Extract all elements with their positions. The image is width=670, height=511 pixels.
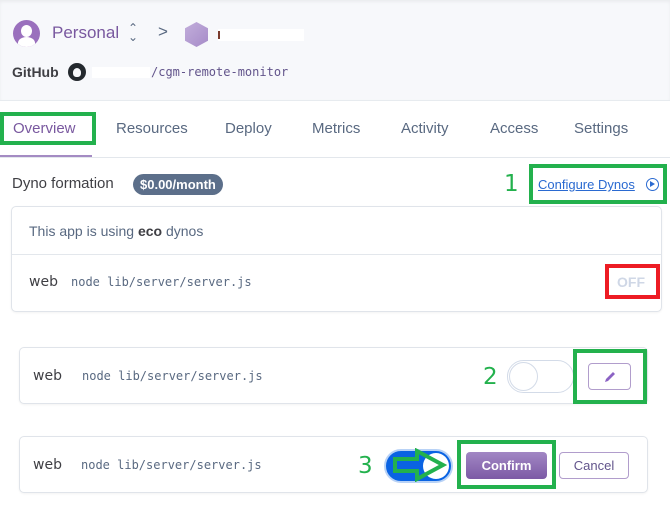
breadcrumb-separator: > <box>158 22 168 41</box>
process-command: node lib/server/server.js <box>82 369 263 383</box>
active-tab-indicator <box>0 155 92 157</box>
app-name-redacted[interactable] <box>218 29 304 41</box>
price-badge: $0.00/month <box>133 174 223 195</box>
annotation-highlight-confirm <box>457 440 556 489</box>
github-icon <box>68 63 86 81</box>
annotation-step-1: 1 <box>504 171 519 197</box>
dyno-formation-title: Dyno formation <box>12 175 114 192</box>
tab-activity[interactable]: Activity <box>401 120 449 137</box>
tab-settings[interactable]: Settings <box>574 120 628 137</box>
process-type: web <box>33 457 62 473</box>
tab-access[interactable]: Access <box>490 120 538 137</box>
annotation-step-3: 3 <box>358 453 373 479</box>
annotation-highlight-overview <box>0 112 96 145</box>
app-header: Personal ⌃ ⌄ > GitHub /cgm-remote-monitor <box>0 0 670 101</box>
process-command: node lib/server/server.js <box>81 458 262 472</box>
repo-link[interactable]: /cgm-remote-monitor <box>151 65 288 79</box>
process-type: web <box>29 274 58 290</box>
annotation-step-2: 2 <box>483 364 498 390</box>
tab-resources[interactable]: Resources <box>116 120 188 137</box>
dyno-toggle-off[interactable] <box>507 360 574 393</box>
card-divider <box>12 254 661 255</box>
cancel-button[interactable]: Cancel <box>559 452 629 479</box>
account-switcher[interactable]: Personal <box>52 23 119 43</box>
chevron-updown-icon[interactable]: ⌃ ⌄ <box>128 22 138 43</box>
github-label: GitHub <box>12 64 59 80</box>
tab-deploy[interactable]: Deploy <box>225 120 272 137</box>
app-hexagon-icon <box>185 22 208 47</box>
annotation-highlight-configure <box>529 164 667 204</box>
annotation-highlight-off <box>605 264 660 299</box>
repo-owner-redacted <box>92 67 150 78</box>
eco-dynos-notice: This app is using eco dynos <box>29 223 204 239</box>
annotation-highlight-edit <box>573 349 647 404</box>
account-avatar-icon[interactable] <box>13 20 40 47</box>
process-type: web <box>33 368 62 384</box>
tab-metrics[interactable]: Metrics <box>312 120 360 137</box>
annotation-arrow-right-icon <box>393 448 448 482</box>
dyno-formation-card: This app is using eco dynos web node lib… <box>11 206 662 312</box>
process-command: node lib/server/server.js <box>71 275 252 289</box>
app-tabs: Overview Resources Deploy Metrics Activi… <box>0 101 670 158</box>
